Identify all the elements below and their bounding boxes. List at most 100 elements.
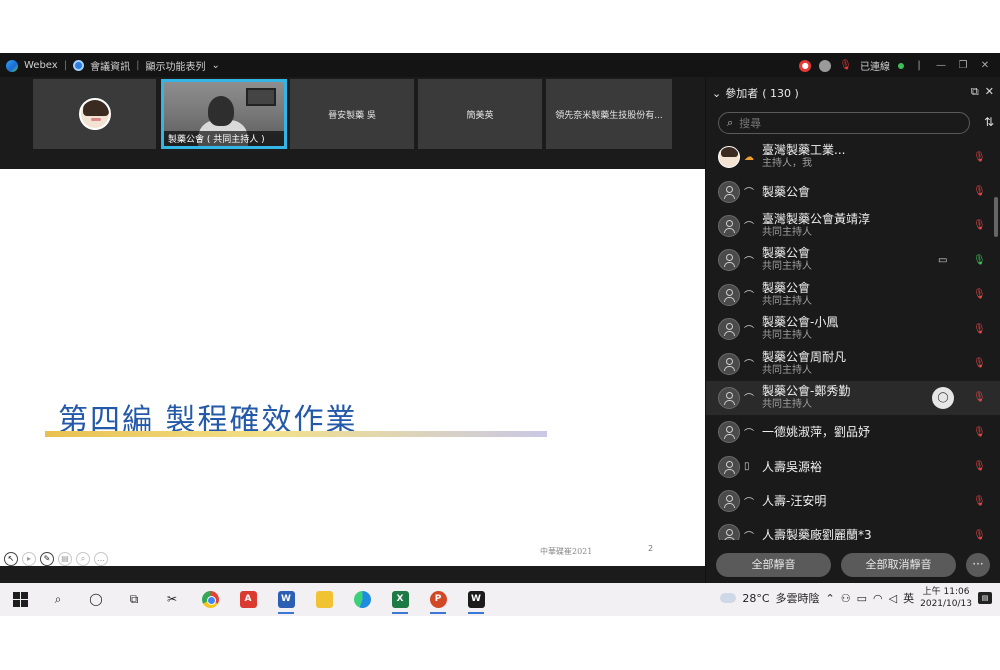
chat-icon[interactable]: ◯ [932,386,954,409]
list-item[interactable]: ⌒ 人壽製藥廠劉麗蘭*3 🎙 [706,518,1000,540]
mic-muted-icon[interactable]: 🎙 [973,220,986,231]
app-name: Webex [24,60,58,71]
headset-icon: ⌒ [744,394,754,406]
close-icon[interactable]: ✕ [985,85,994,99]
headset-icon: ⌒ [744,497,754,509]
avatar [78,98,111,130]
slides-icon[interactable]: ▤ [58,552,72,566]
weather-icon [720,593,737,603]
search-input[interactable] [739,116,940,130]
pointer-icon[interactable]: ↖ [4,552,18,566]
word-icon[interactable]: W [274,587,298,614]
list-item[interactable]: ⌒ 製藥公會-鄭秀勤 共同主持人 ◯ 🎙 [706,380,1000,416]
edge-icon[interactable] [350,587,374,611]
participant-name: 人壽-汪安明 [762,494,827,509]
video-thumbnail-active[interactable]: 製藥公會 ( 共同主持人 ) [161,79,287,149]
more-options-button[interactable]: ··· [966,553,990,577]
excel-icon[interactable]: X [388,587,412,614]
mic-muted-icon[interactable]: 🎙 [839,60,852,71]
cortana-icon[interactable]: ◯ [84,587,108,611]
people-icon[interactable]: ⚇ [841,592,851,605]
pdf-reader-icon[interactable]: A [236,587,260,611]
thumbnail-label: 領先奈米製藥生技股份有... [555,110,663,121]
speaker-icon[interactable]: ◁ [889,592,897,605]
thumbnail-label: 簡美英 [466,110,494,121]
chrome-icon[interactable] [198,587,222,611]
weather-text[interactable]: 多雲時陰 [776,590,820,606]
view-menu[interactable]: 顯示功能表列 [145,58,205,73]
close-icon[interactable]: ✕ [978,60,992,71]
mic-muted-icon[interactable]: 🎙 [973,530,986,540]
battery-icon[interactable]: ▭ [857,592,867,605]
camera-icon[interactable]: ▭ [938,255,947,266]
wall-picture [246,88,276,106]
pop-out-icon[interactable]: ⧉ [971,85,979,99]
mic-muted-icon[interactable]: 🎙 [973,186,986,197]
pen-icon[interactable]: ✎ [40,552,54,566]
avatar [718,421,740,444]
title-bar: Webex | 會議資訊 | 顯示功能表列 ⌄ ● 🎙 已連線 | — ❐ ✕ [0,53,1000,77]
search-box[interactable]: ⌕ [718,112,970,134]
webex-taskbar-icon[interactable]: W [464,587,488,614]
temperature[interactable]: 28°C [742,592,769,605]
clock[interactable]: 上午 11:06 2021/10/13 [920,586,972,610]
mute-all-button[interactable]: 全部靜音 [716,553,831,577]
chevron-up-icon[interactable]: ⌃ [826,592,835,605]
participant-role: 共同主持人 [762,398,812,410]
mic-muted-icon[interactable]: 🎙 [973,289,986,300]
list-item[interactable]: ⌒ 人壽-汪安明 🎙 [706,484,1000,518]
forward-icon[interactable]: ▸ [22,552,36,566]
panel-header[interactable]: ⌄ 參加者 ( 130 ) [712,85,799,101]
mic-muted-icon[interactable]: 🎙 [973,392,986,403]
list-item[interactable]: ⌒ 製藥公會 共同主持人 🎙 [706,278,1000,312]
zoom-icon[interactable]: ⌕ [76,552,90,566]
list-item[interactable]: ⌒ 一德姚淑萍，劉品妤 🎙 [706,415,1000,449]
participant-role: 共同主持人 [762,295,812,307]
video-thumbnail[interactable]: 晉安製藥 吳 [290,79,414,149]
ime-indicator[interactable]: 英 [903,590,914,606]
snipping-tool-icon[interactable]: ✂ [160,587,184,611]
mic-muted-icon[interactable]: 🎙 [973,496,986,507]
file-explorer-icon[interactable] [312,587,336,611]
sort-icon[interactable]: ⇅ [984,115,994,129]
restore-icon[interactable]: ❐ [956,60,970,71]
avatar [718,214,740,237]
start-button[interactable] [8,587,32,611]
mic-muted-icon[interactable]: 🎙 [973,461,986,472]
participant-role: 共同主持人 [762,226,812,238]
cloud-audio-icon: ☁ [744,151,754,163]
mic-muted-icon[interactable]: 🎙 [973,324,986,335]
list-item[interactable]: ▯ 人壽吳源裕 🎙 [706,450,1000,484]
scrollbar[interactable] [994,197,998,237]
list-item[interactable]: ☁ 臺灣製藥工業... 主持人，我 🎙 [706,140,1000,174]
list-item[interactable]: ⌒ 製藥公會周耐凡 共同主持人 🎙 [706,346,1000,380]
slide-footer: 中華碟崔2021 [540,547,593,556]
list-item[interactable]: ⌒ 製藥公會 🎙 [706,174,1000,208]
headset-icon: ⌒ [744,188,754,200]
list-item[interactable]: ⌒ 製藥公會 共同主持人 ▭ 🎙 [706,243,1000,277]
video-thumbnail[interactable]: 簡美英 [418,79,542,149]
powerpoint-icon[interactable]: P [426,587,450,614]
system-tray: 28°C 多雲時陰 ⌃ ⚇ ▭ ◠ ◁ 英 上午 11:06 2021/10/1… [720,586,992,610]
list-item[interactable]: ⌒ 製藥公會-小鳳 共同主持人 🎙 [706,312,1000,346]
avatar [718,146,740,169]
participant-list: ☁ 臺灣製藥工業... 主持人，我 🎙 ⌒ 製藥公會 🎙 ⌒ 臺灣製藥公會黃靖淳… [706,140,1000,540]
wifi-icon[interactable]: ◠ [873,592,883,605]
search-icon[interactable]: ⌕ [46,587,70,611]
list-item[interactable]: ⌒ 臺灣製藥公會黃靖淳 共同主持人 🎙 [706,209,1000,243]
video-thumbnail[interactable]: 領先奈米製藥生技股份有... [546,79,672,149]
unmute-all-button[interactable]: 全部取消靜音 [841,553,956,577]
mic-on-icon[interactable]: 🎙 [973,255,986,266]
mic-muted-icon[interactable]: 🎙 [973,358,986,369]
participants-panel: ⌄ 參加者 ( 130 ) ⧉ ✕ ⌕ ⇅ ☁ 臺灣製藥工業... 主持人，我 … [706,77,1000,585]
info-icon [73,60,85,71]
mic-muted-icon[interactable]: 🎙 [973,427,986,438]
meeting-info-menu[interactable]: 會議資訊 [90,58,130,73]
clock-date: 2021/10/13 [920,599,972,609]
video-thumbnail[interactable] [33,79,156,149]
more-icon[interactable]: … [94,552,108,566]
task-view-icon[interactable]: ⧉ [122,587,146,611]
notification-icon[interactable]: ▤ [978,592,992,604]
minimize-icon[interactable]: — [934,60,948,71]
mic-muted-icon[interactable]: 🎙 [973,152,986,163]
